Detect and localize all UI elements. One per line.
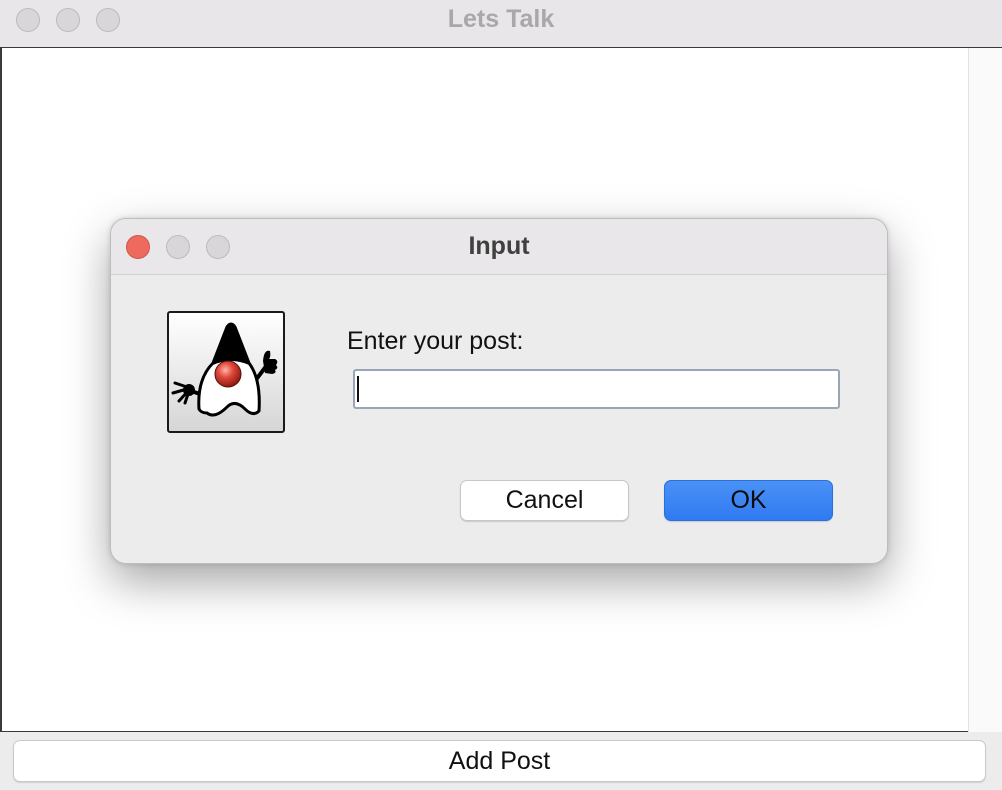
cancel-button[interactable]: Cancel <box>460 480 629 521</box>
ok-button[interactable]: OK <box>664 480 833 521</box>
java-duke-icon <box>167 311 285 433</box>
bottom-bar: Add Post <box>0 732 1002 790</box>
dialog-title: Input <box>468 232 530 260</box>
text-caret <box>357 376 359 402</box>
window-title: Lets Talk <box>447 5 555 33</box>
post-input[interactable] <box>353 369 840 409</box>
main-titlebar: Lets Talk <box>0 0 1002 48</box>
dialog-titlebar: Input <box>111 219 887 275</box>
posts-scrollbar[interactable] <box>968 48 1002 732</box>
add-post-button[interactable]: Add Post <box>13 740 986 782</box>
input-dialog: Input Enter your post: Cancel OK <box>110 218 888 564</box>
main-window: Lets Talk Add Post Input Enter your post… <box>0 0 1002 790</box>
post-prompt-label: Enter your post: <box>347 327 524 355</box>
